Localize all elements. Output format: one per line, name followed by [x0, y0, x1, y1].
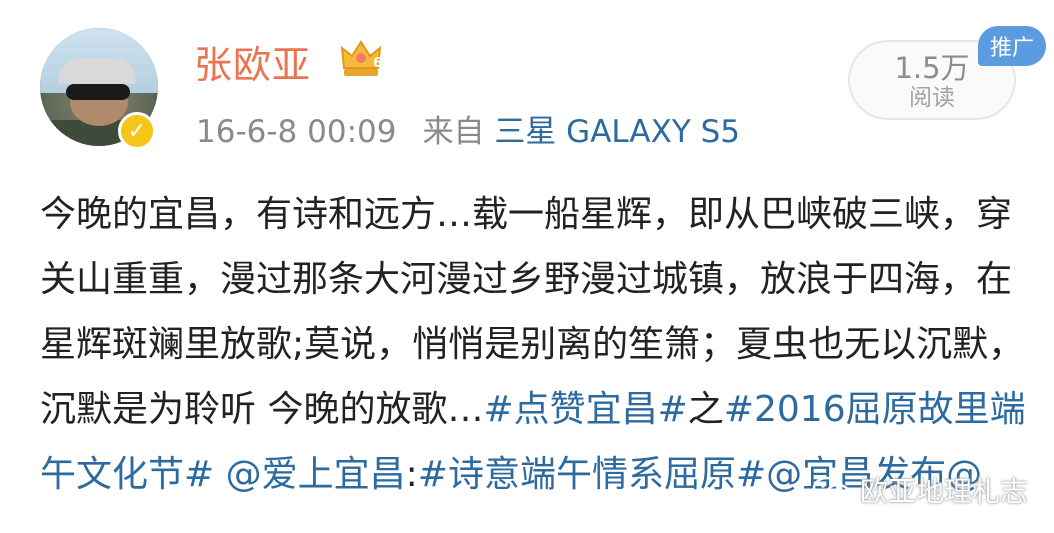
watermark: 欧亚地理札志 [812, 470, 1028, 510]
username[interactable]: 张欧亚 [194, 34, 311, 89]
avatar-glasses [66, 84, 130, 100]
hashtag-link[interactable]: #诗意端午情系屈原# [418, 454, 766, 495]
watermark-text: 欧亚地理札志 [860, 475, 1029, 508]
post-time: 16-6-8 00:09 [196, 114, 397, 150]
svg-text:6: 6 [373, 56, 382, 71]
device-link[interactable]: 三星 GALAXY S5 [494, 114, 740, 150]
colon-text: : [405, 454, 418, 495]
promote-button[interactable]: 推广 [978, 26, 1046, 66]
post-body: 今晚的宜昌，有诗和远方…载一船星辉，即从巴峡破三峡，穿关山重重，漫过那条大河漫过… [40, 182, 1040, 507]
mention-link[interactable]: @爱上宜昌 [226, 454, 406, 495]
avatar-hat [58, 58, 136, 84]
verified-icon: ✓ [118, 112, 156, 150]
post-meta: 16-6-8 00:09 来自 三星 GALAXY S5 [196, 106, 740, 151]
source-prefix: 来自 [422, 114, 485, 150]
connector-text: 之 [687, 389, 724, 430]
wechat-icon [812, 476, 851, 503]
vip-crown-icon[interactable]: 6 [340, 38, 382, 80]
hashtag-link[interactable]: #点赞宜昌# [483, 389, 687, 430]
reads-label: 阅读 [909, 85, 955, 111]
